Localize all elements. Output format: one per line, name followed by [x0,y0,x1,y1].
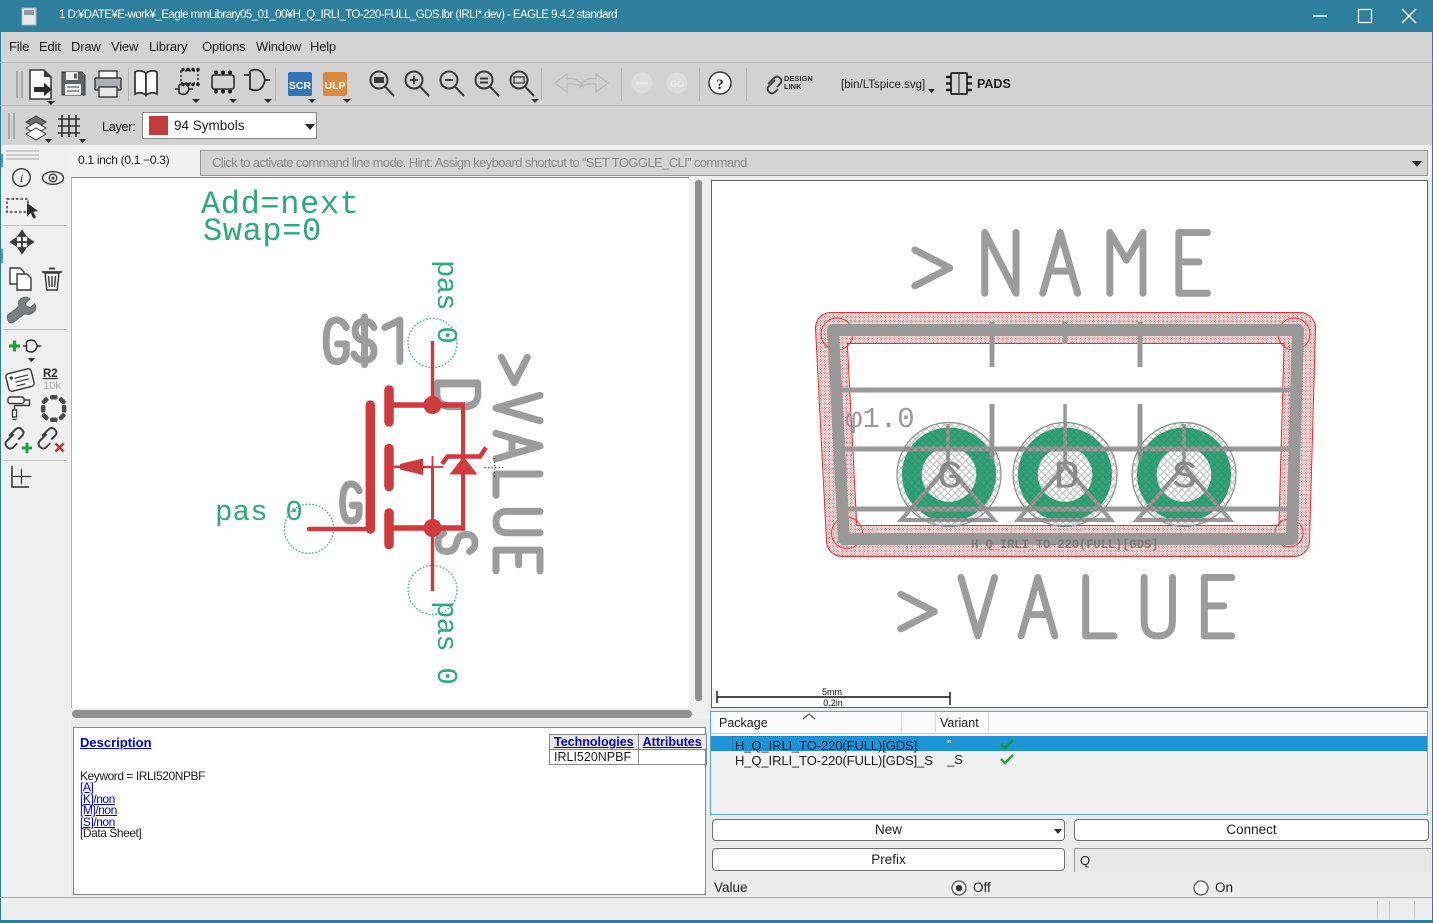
svg-text:pas 0: pas 0 [429,601,462,684]
svg-text:0.2in: 0.2in [823,698,843,707]
svg-text:Layer:: Layer: [102,120,136,134]
svg-text:pas 0: pas 0 [429,260,462,343]
svg-text:φ1.0: φ1.0 [845,403,915,436]
svg-text:GO: GO [670,79,684,89]
svg-text:pas 0: pas 0 [215,496,303,529]
svg-text:Swap=0: Swap=0 [203,213,322,250]
svg-text:PADS: PADS [977,77,1011,91]
svg-text:ULP: ULP [325,80,346,92]
svg-text:5mm: 5mm [822,687,842,697]
svg-text:H_Q_IRLI_TO-220(FULL)[GDS]: H_Q_IRLI_TO-220(FULL)[GDS] [971,538,1158,552]
svg-text:10k: 10k [43,380,61,392]
svg-text:SCR: SCR [289,80,312,92]
svg-text:R2: R2 [43,368,58,380]
svg-text:[bin/LTspice.svg]: [bin/LTspice.svg] [841,79,925,91]
svg-text:?: ? [716,77,724,93]
svg-text:i: i [20,171,23,185]
svg-text:LINK: LINK [784,82,802,91]
